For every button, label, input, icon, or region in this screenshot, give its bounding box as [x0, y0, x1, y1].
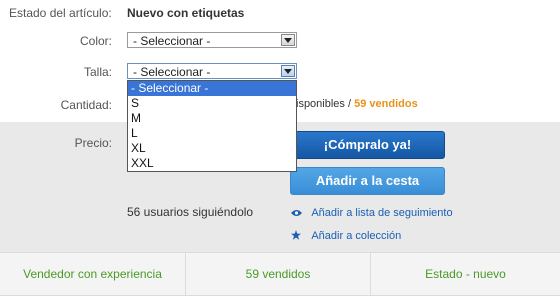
seller-summary-bar: Vendedor con experiencia 59 vendidos Est…	[0, 252, 560, 296]
sold-count[interactable]: 59 vendidos	[354, 98, 418, 110]
collection-link-row[interactable]: Añadir a colección	[291, 228, 401, 243]
size-option[interactable]: M	[128, 111, 296, 126]
price-label: Precio:	[74, 136, 112, 150]
quantity-label: Cantidad:	[60, 98, 112, 112]
add-to-cart-button[interactable]: Añadir a la cesta	[290, 167, 445, 195]
size-option[interactable]: L	[128, 126, 296, 141]
eye-icon	[291, 206, 303, 220]
sold-summary: 59 vendidos	[245, 267, 311, 281]
watchlist-link-row[interactable]: Añadir a lista de seguimiento	[291, 205, 453, 220]
chevron-down-icon[interactable]	[281, 34, 295, 46]
buy-now-button[interactable]: ¡Cómpralo ya!	[290, 131, 445, 159]
size-option[interactable]: S	[128, 96, 296, 111]
item-state: Estado - nuevo	[425, 267, 506, 281]
watchers-count: 56 usuarios siguiéndolo	[127, 205, 254, 219]
size-dropdown-list[interactable]: - Seleccionar - S M L XL XXL	[127, 80, 297, 172]
seller-experience: Vendedor con experiencia	[23, 267, 162, 281]
collection-link[interactable]: Añadir a colección	[311, 230, 401, 242]
size-option[interactable]: - Seleccionar -	[128, 81, 296, 96]
color-label: Color:	[79, 34, 112, 48]
star-icon	[291, 229, 303, 243]
quantity-availability: isponibles / 59 vendidos	[296, 98, 418, 110]
available-text: isponibles /	[296, 98, 352, 110]
size-label: Talla:	[83, 65, 112, 79]
chevron-down-icon[interactable]	[281, 65, 295, 77]
color-select-value: - Seleccionar -	[133, 34, 211, 48]
size-option[interactable]: XL	[128, 141, 296, 156]
condition-label: Estado del artículo:	[9, 6, 112, 20]
size-option[interactable]: XXL	[128, 156, 296, 171]
size-select[interactable]: - Seleccionar -	[127, 63, 297, 79]
size-select-value: - Seleccionar -	[133, 65, 211, 79]
color-select[interactable]: - Seleccionar -	[127, 32, 297, 48]
condition-value: Nuevo con etiquetas	[127, 6, 245, 20]
watchlist-link[interactable]: Añadir a lista de seguimiento	[311, 207, 452, 219]
